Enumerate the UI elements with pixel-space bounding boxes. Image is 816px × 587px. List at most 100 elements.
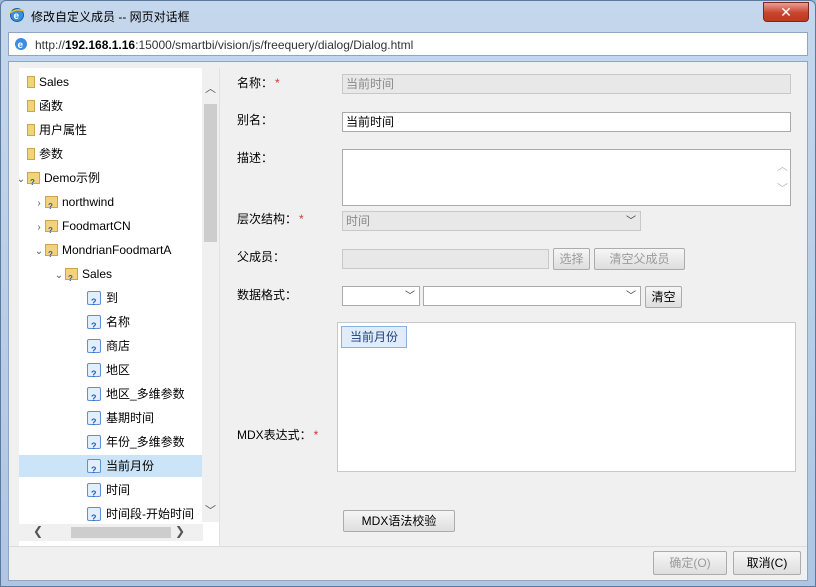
alias-label: 别名： — [237, 113, 274, 127]
tree-item[interactable]: 当前月份 — [19, 455, 203, 481]
small-folder-icon — [27, 148, 35, 160]
member-icon — [87, 291, 101, 313]
tree-item-content: ⌄ Sales — [53, 263, 113, 290]
address-url: http://192.168.1.16:15000/smartbi/vision… — [35, 38, 414, 52]
hierarchy-select[interactable]: 时间 ﹀ — [342, 211, 641, 231]
select-parent-button[interactable]: 选择 — [553, 248, 590, 270]
scroll-thumb-horizontal[interactable] — [71, 527, 171, 538]
tree-item-content: › FoodmartCN — [33, 215, 131, 242]
tree-item-content: 时间 — [73, 479, 130, 505]
tree-item-label: 年份_多维参数 — [106, 435, 185, 449]
parent-input[interactable] — [342, 249, 549, 269]
clear-format-button[interactable]: 清空 — [645, 286, 682, 308]
alias-input[interactable]: 当前时间 — [342, 112, 791, 132]
tree-item-label: northwind — [62, 195, 115, 209]
tree-item-label: 基期时间 — [106, 411, 155, 425]
scroll-right-icon[interactable]: ❯ — [175, 524, 185, 538]
small-folder-icon — [27, 124, 35, 136]
tree-item-label: 时间段-开始时间 — [106, 507, 194, 521]
chevron-down-icon: ﹀ — [626, 216, 636, 227]
tree-item-content: 地区 — [73, 359, 131, 385]
cancel-button[interactable]: 取消(C) — [733, 551, 801, 575]
tree-item-content: 时间段-开始时间 — [73, 503, 194, 529]
clear-parent-button[interactable]: 清空父成员 — [594, 248, 685, 270]
tree-item-label: 商店 — [106, 339, 131, 353]
tree-item-content: 到 — [73, 287, 119, 313]
svg-text:e: e — [18, 40, 24, 51]
member-icon — [87, 507, 101, 529]
scroll-left-icon[interactable]: ❮ — [33, 524, 43, 538]
tree-item-label: Demo示例 — [44, 171, 101, 185]
member-icon — [87, 339, 101, 361]
tree-item-label: 函数 — [39, 99, 64, 113]
member-icon — [87, 411, 101, 433]
member-icon — [87, 483, 101, 505]
dialog-window: e 修改自定义成员 -- 网页对话框 ✕ e http://192.168.1.… — [0, 0, 816, 587]
folder-icon — [45, 220, 58, 242]
tree-item-content: ⌄ Demo示例 — [19, 167, 101, 194]
tree-item-label: 地区 — [106, 363, 131, 377]
window-title: 修改自定义成员 -- 网页对话框 — [31, 10, 190, 24]
name-input[interactable]: 当前时间 — [342, 74, 791, 94]
chevron-right-icon[interactable]: › — [33, 217, 45, 239]
textarea-scroll-up-icon[interactable]: ︿ — [777, 158, 788, 174]
hierarchy-label: 层次结构： * — [237, 212, 304, 226]
mdx-check-button[interactable]: MDX语法校验 — [343, 510, 455, 532]
member-icon — [87, 315, 101, 337]
folder-icon — [45, 244, 58, 266]
small-folder-icon — [27, 76, 35, 88]
mdx-label: MDX表达式： * — [237, 428, 319, 442]
tree-item-content: ⌄ MondrianFoodmartA — [33, 239, 172, 266]
tree-horizontal-scrollbar[interactable]: ❮ ❯ — [19, 524, 203, 541]
ie-page-icon: e — [15, 38, 27, 51]
tree-item-label: 参数 — [39, 147, 64, 161]
chevron-right-icon[interactable]: › — [33, 193, 45, 215]
folder-icon — [27, 172, 40, 194]
svg-text:e: e — [14, 11, 20, 22]
tree-item-label: 地区_多维参数 — [106, 387, 185, 401]
member-icon — [87, 435, 101, 457]
scroll-up-icon[interactable]: ︿ — [204, 80, 217, 96]
scroll-down-icon[interactable]: ﹀ — [204, 502, 217, 518]
close-button[interactable]: ✕ — [763, 2, 809, 22]
tree-item-label: 名称 — [106, 315, 131, 329]
tree-vertical-scrollbar[interactable]: ︿ ﹀ — [202, 68, 219, 522]
member-icon — [87, 459, 101, 481]
ie-icon: e — [9, 8, 25, 22]
tree-item-content: › northwind — [33, 191, 115, 218]
parent-label: 父成员： — [237, 250, 286, 264]
tree-item-label: FoodmartCN — [62, 219, 131, 233]
ok-button[interactable]: 确定(O) — [653, 551, 727, 575]
format-label: 数据格式： — [237, 288, 298, 302]
tree-item-content: 商店 — [73, 335, 131, 361]
chevron-down-icon[interactable]: ⌄ — [19, 169, 27, 191]
chevron-down-icon[interactable]: ⌄ — [53, 265, 65, 287]
title-bar: e 修改自定义成员 -- 网页对话框 ✕ — [1, 1, 815, 31]
chevron-down-icon: ﹀ — [405, 291, 415, 302]
tree-item-content: 地区_多维参数 — [73, 383, 185, 409]
scroll-thumb[interactable] — [204, 104, 217, 242]
tree-item-content: 年份_多维参数 — [73, 431, 185, 457]
mdx-member-tag[interactable]: 当前月份 — [341, 326, 408, 348]
tree-item-label: 用户属性 — [39, 123, 88, 137]
footer-divider — [9, 546, 807, 547]
tree-item-content: 基期时间 — [73, 407, 155, 433]
tree-item-content: 参数 — [19, 143, 63, 165]
address-bar: e http://192.168.1.16:15000/smartbi/visi… — [8, 32, 808, 56]
member-icon — [87, 363, 101, 385]
format-select-2[interactable]: ﹀ — [423, 286, 641, 306]
tree-item-content: Sales — [19, 71, 69, 93]
member-icon — [87, 387, 101, 409]
mdx-expression-editor[interactable]: 当前月份 — [337, 322, 796, 472]
textarea-scroll-down-icon[interactable]: ﹀ — [777, 180, 788, 196]
tree-item-label: 到 — [106, 291, 119, 305]
chevron-down-icon[interactable]: ⌄ — [33, 241, 45, 263]
tree-item-label: Sales — [82, 267, 113, 281]
chevron-down-icon: ﹀ — [626, 291, 636, 302]
format-select-1[interactable]: ﹀ — [342, 286, 420, 306]
description-label: 描述： — [237, 151, 274, 165]
resource-tree: Sales 函数用户属性参数 ⌄ Demo示例 › northwind › FoodmartC… — [19, 68, 220, 546]
tree-item-content: 用户属性 — [19, 119, 87, 141]
description-textarea[interactable]: ︿ ﹀ — [342, 149, 791, 206]
tree-item-label: MondrianFoodmartA — [62, 243, 172, 257]
